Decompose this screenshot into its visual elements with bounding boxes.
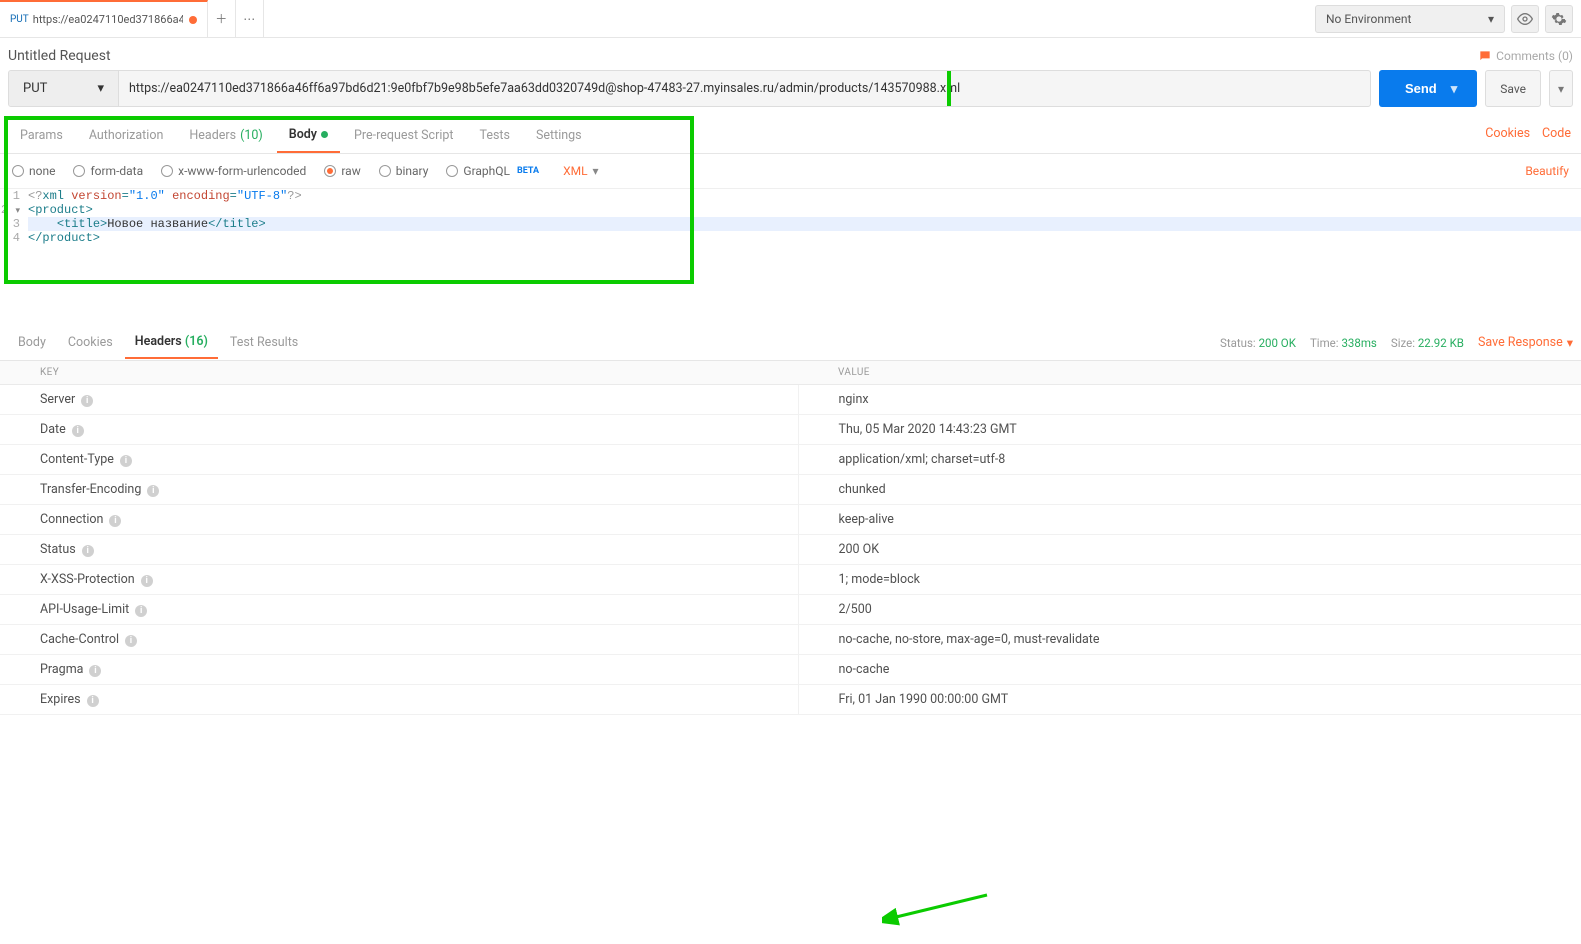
header-value: no-cache [798, 655, 1581, 685]
comment-icon [1478, 49, 1492, 63]
info-icon: i [72, 425, 84, 437]
body-type-xwww[interactable]: x-www-form-urlencoded [161, 164, 306, 178]
body-type-form-data[interactable]: form-data [73, 164, 143, 178]
body-editor[interactable]: 1<?xml version="1.0" encoding="UTF-8"?>2… [0, 189, 1581, 245]
response-tab-cookies[interactable]: Cookies [58, 327, 123, 358]
tab-settings[interactable]: Settings [524, 117, 594, 153]
add-tab-button[interactable]: ＋ [208, 0, 236, 38]
info-icon: i [82, 545, 94, 557]
table-row: Content-Typeiapplication/xml; charset=ut… [0, 445, 1581, 475]
save-button[interactable]: Save [1485, 70, 1541, 107]
eye-icon[interactable] [1511, 5, 1539, 33]
comments-button[interactable]: Comments (0) [1478, 49, 1573, 63]
tab-authorization[interactable]: Authorization [77, 117, 176, 153]
header-value: chunked [798, 475, 1581, 505]
response-tab-tests[interactable]: Test Results [220, 327, 308, 358]
header-key: Cache-Controli [0, 625, 798, 655]
header-value: 200 OK [798, 535, 1581, 565]
table-row: DateiThu, 05 Mar 2020 14:43:23 GMT [0, 415, 1581, 445]
header-value: 2/500 [798, 595, 1581, 625]
header-key: API-Usage-Limiti [0, 595, 798, 625]
header-key: Content-Typei [0, 445, 798, 475]
chevron-down-icon: ▾ [97, 81, 104, 96]
response-size: 22.92 KB [1418, 336, 1464, 350]
header-key: Transfer-Encodingi [0, 475, 798, 505]
table-row: Statusi200 OK [0, 535, 1581, 565]
cookies-link[interactable]: Cookies [1485, 126, 1530, 141]
body-type-binary[interactable]: binary [379, 164, 429, 178]
header-value: Thu, 05 Mar 2020 14:43:23 GMT [798, 415, 1581, 445]
modified-dot-icon [321, 131, 328, 138]
header-key: Serveri [0, 385, 798, 415]
header-key: Datei [0, 415, 798, 445]
save-dropdown-button[interactable]: ▾ [1549, 70, 1573, 107]
info-icon: i [109, 515, 121, 527]
environment-select[interactable]: No Environment ▾ [1315, 5, 1505, 33]
info-icon: i [81, 395, 93, 407]
table-header-key: KEY [0, 361, 798, 385]
header-value: no-cache, no-store, max-age=0, must-reva… [798, 625, 1581, 655]
tab-method: PUT [10, 14, 29, 25]
info-icon: i [141, 575, 153, 587]
chevron-down-icon: ▾ [1451, 81, 1458, 97]
header-value: nginx [798, 385, 1581, 415]
beautify-button[interactable]: Beautify [1525, 164, 1569, 178]
response-time: 338ms [1341, 336, 1376, 350]
tab-headers[interactable]: Headers (10) [177, 117, 274, 153]
header-value: Fri, 01 Jan 1990 00:00:00 GMT [798, 685, 1581, 715]
unsaved-dot-icon [189, 16, 197, 24]
header-key: X-XSS-Protectioni [0, 565, 798, 595]
header-key: Pragmai [0, 655, 798, 685]
response-headers-table: KEY VALUE ServeringinxDateiThu, 05 Mar 2… [0, 361, 1581, 715]
table-header-value: VALUE [798, 361, 1581, 385]
chevron-down-icon: ▾ [1567, 335, 1573, 351]
table-row: Cache-Controlino-cache, no-store, max-ag… [0, 625, 1581, 655]
table-row: Pragmaino-cache [0, 655, 1581, 685]
environment-label: No Environment [1326, 12, 1411, 26]
header-key: Connectioni [0, 505, 798, 535]
response-tab-body[interactable]: Body [8, 327, 56, 358]
header-value: 1; mode=block [798, 565, 1581, 595]
response-status: 200 OK [1259, 336, 1296, 350]
info-icon: i [89, 665, 101, 677]
tab-prerequest[interactable]: Pre-request Script [342, 117, 465, 153]
more-tabs-button[interactable]: ⋯ [236, 0, 264, 38]
url-input[interactable] [119, 71, 1370, 106]
header-key: Statusi [0, 535, 798, 565]
http-method-select[interactable]: PUT ▾ [9, 71, 119, 106]
body-type-none[interactable]: none [12, 164, 55, 178]
info-icon: i [135, 605, 147, 617]
info-icon: i [147, 485, 159, 497]
gear-icon[interactable] [1545, 5, 1573, 33]
info-icon: i [125, 635, 137, 647]
chevron-down-icon: ▾ [593, 164, 599, 178]
header-key: Expiresi [0, 685, 798, 715]
body-type-graphql[interactable]: GraphQLBETA [446, 164, 539, 178]
chevron-down-icon: ▾ [1488, 12, 1494, 26]
body-format-select[interactable]: XML ▾ [563, 164, 599, 178]
request-title: Untitled Request [8, 48, 111, 64]
header-value: application/xml; charset=utf-8 [798, 445, 1581, 475]
table-row: Serveringinx [0, 385, 1581, 415]
body-type-raw[interactable]: raw [324, 164, 360, 178]
code-link[interactable]: Code [1542, 126, 1571, 141]
table-row: X-XSS-Protectioni1; mode=block [0, 565, 1581, 595]
header-value: keep-alive [798, 505, 1581, 535]
send-button[interactable]: Send ▾ [1379, 70, 1477, 107]
tab-params[interactable]: Params [8, 117, 75, 153]
tab-url: https://ea0247110ed371866a4… [33, 13, 183, 26]
response-tab-headers[interactable]: Headers (16) [125, 326, 218, 359]
table-row: API-Usage-Limiti2/500 [0, 595, 1581, 625]
info-icon: i [120, 455, 132, 467]
table-row: ExpiresiFri, 01 Jan 1990 00:00:00 GMT [0, 685, 1581, 715]
tab-body[interactable]: Body [277, 117, 340, 153]
info-icon: i [87, 695, 99, 707]
request-tab[interactable]: PUT https://ea0247110ed371866a4… [0, 0, 208, 38]
save-response-button[interactable]: Save Response ▾ [1478, 335, 1573, 351]
table-row: Transfer-Encodingichunked [0, 475, 1581, 505]
table-row: Connectionikeep-alive [0, 505, 1581, 535]
tab-tests[interactable]: Tests [467, 117, 521, 153]
